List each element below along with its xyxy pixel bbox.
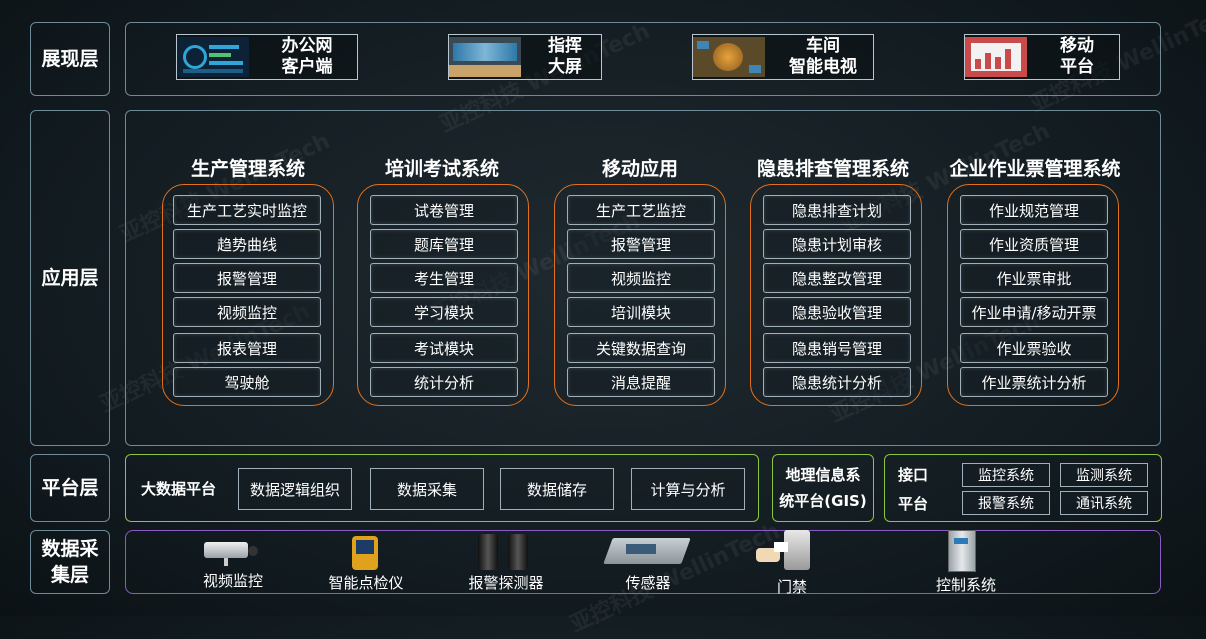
access-control-icon (748, 530, 814, 574)
system-group-training: 试卷管理 题库管理 考生管理 学习模块 考试模块 统计分析 (357, 184, 529, 406)
system-item: 试卷管理 (370, 195, 518, 225)
system-title: 生产管理系统 (190, 158, 305, 180)
device-label: 传感器 (625, 574, 671, 592)
command-screen-thumbnail-icon (449, 37, 521, 77)
bigdata-item: 数据采集 (370, 468, 484, 510)
presentation-line1: 指挥 (548, 36, 582, 56)
interface-item: 监测系统 (1060, 463, 1148, 487)
mobile-thumbnail-icon (965, 37, 1027, 77)
presentation-item-command-screen: 指挥 大屏 (448, 34, 602, 80)
alarm-detector-icon (476, 534, 532, 570)
system-item: 报警管理 (173, 263, 321, 293)
system-item: 作业资质管理 (960, 229, 1108, 259)
device-label: 视频监控 (202, 572, 263, 590)
system-group-hazard: 隐患排查计划 隐患计划审核 隐患整改管理 隐患验收管理 隐患销号管理 隐患统计分… (750, 184, 922, 406)
layer-label-presentation: 展现层 (30, 22, 110, 96)
device-label: 报警探测器 (468, 574, 544, 592)
system-item: 作业申请/移动开票 (960, 297, 1108, 327)
system-title: 隐患排查管理系统 (756, 158, 909, 180)
system-item: 报警管理 (567, 229, 715, 259)
device-label: 智能点检仪 (328, 574, 404, 592)
sensor-icon (603, 538, 691, 566)
system-item: 学习模块 (370, 297, 518, 327)
interface-title-line2: 平台 (898, 495, 929, 513)
interface-item: 通讯系统 (1060, 491, 1148, 515)
system-item: 作业票审批 (960, 263, 1108, 293)
inspection-device-icon (350, 536, 380, 570)
camera-icon (204, 538, 264, 568)
system-item: 生产工艺实时监控 (173, 195, 321, 225)
interface-title-line1: 接口 (898, 466, 929, 484)
device-label: 控制系统 (935, 576, 996, 594)
bigdata-item: 数据逻辑组织 (238, 468, 352, 510)
system-item: 考生管理 (370, 263, 518, 293)
layer-label-collection: 数据采 集层 (30, 530, 110, 594)
system-item: 隐患整改管理 (763, 263, 911, 293)
device-label: 门禁 (776, 578, 807, 596)
presentation-line1: 办公网 (281, 36, 333, 56)
system-group-production: 生产工艺实时监控 趋势曲线 报警管理 视频监控 报表管理 驾驶舱 (162, 184, 334, 406)
system-group-work-permit: 作业规范管理 作业资质管理 作业票审批 作业申请/移动开票 作业票验收 作业票统… (947, 184, 1119, 406)
system-item: 隐患销号管理 (763, 333, 911, 363)
system-item: 隐患排查计划 (763, 195, 911, 225)
bigdata-platform-title: 大数据平台 (141, 480, 217, 498)
presentation-item-workshop-tv: 车间 智能电视 (692, 34, 874, 80)
gis-line1: 地理信息系 (785, 466, 861, 484)
system-title: 移动应用 (601, 158, 678, 180)
system-item: 消息提醒 (567, 367, 715, 397)
system-item: 作业票统计分析 (960, 367, 1108, 397)
system-item: 视频监控 (567, 263, 715, 293)
system-item: 视频监控 (173, 297, 321, 327)
system-item: 报表管理 (173, 333, 321, 363)
system-item: 隐患计划审核 (763, 229, 911, 259)
presentation-line2: 客户端 (281, 57, 333, 77)
presentation-line1: 移动 (1060, 36, 1094, 56)
layer-label-application: 应用层 (30, 110, 110, 446)
system-item: 统计分析 (370, 367, 518, 397)
gis-platform-panel: 地理信息系 统平台(GIS) (772, 454, 874, 522)
system-item: 作业规范管理 (960, 195, 1108, 225)
system-item: 关键数据查询 (567, 333, 715, 363)
system-item: 趋势曲线 (173, 229, 321, 259)
interface-item: 监控系统 (962, 463, 1050, 487)
presentation-line2: 大屏 (548, 57, 582, 77)
system-item: 驾驶舱 (173, 367, 321, 397)
presentation-item-mobile-platform: 移动 平台 (964, 34, 1120, 80)
bigdata-item: 数据储存 (500, 468, 614, 510)
gis-line2: 统平台(GIS) (779, 492, 867, 510)
control-cabinet-icon (946, 530, 976, 572)
system-item: 隐患验收管理 (763, 297, 911, 327)
system-item: 考试模块 (370, 333, 518, 363)
system-title: 培训考试系统 (384, 158, 499, 180)
layer-label-platform: 平台层 (30, 454, 110, 522)
presentation-item-office-client: 办公网 客户端 (176, 34, 358, 80)
dashboard-thumbnail-icon (177, 37, 249, 77)
system-item: 作业票验收 (960, 333, 1108, 363)
system-title: 企业作业票管理系统 (949, 158, 1121, 180)
system-item: 隐患统计分析 (763, 367, 911, 397)
presentation-line2: 智能电视 (789, 57, 857, 77)
system-item: 培训模块 (567, 297, 715, 327)
presentation-line2: 平台 (1060, 57, 1094, 77)
interface-item: 报警系统 (962, 491, 1050, 515)
system-item: 题库管理 (370, 229, 518, 259)
system-item: 生产工艺监控 (567, 195, 715, 225)
workshop-tv-thumbnail-icon (693, 37, 765, 77)
presentation-line1: 车间 (806, 36, 840, 56)
system-group-mobile: 生产工艺监控 报警管理 视频监控 培训模块 关键数据查询 消息提醒 (554, 184, 726, 406)
bigdata-item: 计算与分析 (631, 468, 745, 510)
